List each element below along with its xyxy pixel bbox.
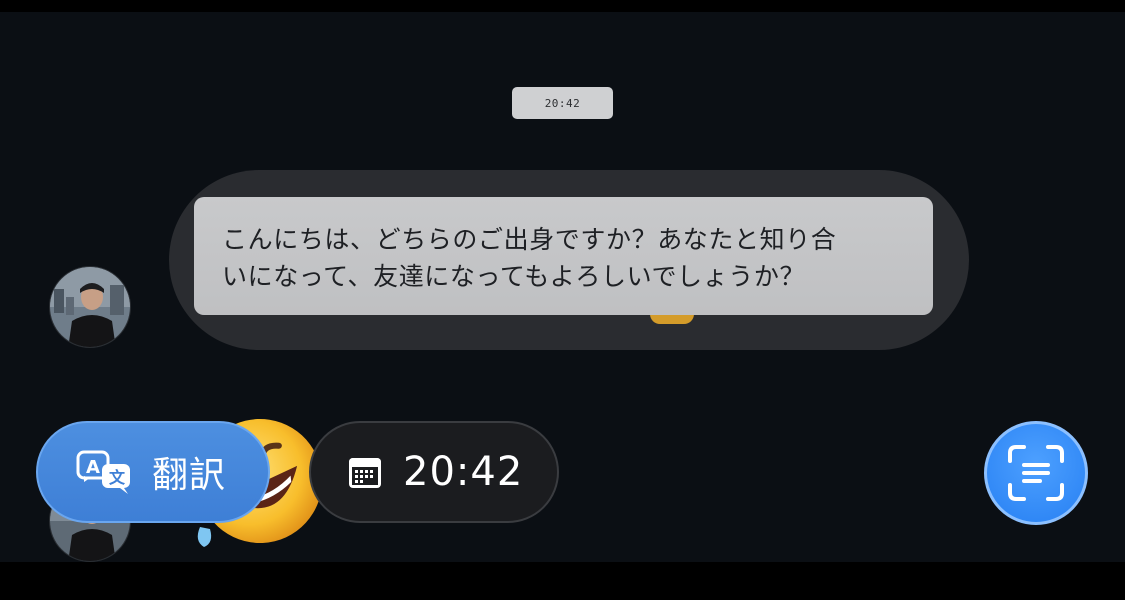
message-text-line-1: こんにちは、どちらのご出身ですか？あなたと知り合 — [222, 225, 837, 254]
translate-button[interactable]: A 文 翻訳 — [36, 421, 270, 523]
chat-area[interactable]: 20:42 こんにちは、どちらのご出身ですか？あなたと知り合 いになって、友達に… — [0, 12, 1125, 562]
translate-icon: A 文 — [76, 450, 130, 494]
message-text-line-2: いになって、友達になってもよろしいでしょうか？ — [222, 262, 806, 291]
avatar[interactable] — [49, 266, 131, 348]
scan-text-icon — [1008, 445, 1064, 501]
time-chip[interactable]: 20:42 — [309, 421, 559, 523]
translate-label: 翻訳 — [152, 455, 227, 496]
bottom-strip — [0, 562, 1125, 600]
avatar-photo — [50, 267, 130, 347]
chat-timestamp: 20:42 — [512, 87, 613, 119]
svg-text:文: 文 — [109, 468, 126, 487]
message-bubble[interactable]: こんにちは、どちらのご出身ですか？あなたと知り合 いになって、友達になってもよろ… — [194, 197, 933, 315]
top-status-strip — [0, 0, 1125, 12]
calendar-icon — [349, 458, 381, 488]
emoji-peek — [650, 314, 694, 324]
time-label: 20:42 — [403, 449, 524, 495]
scan-text-button[interactable] — [984, 421, 1088, 525]
svg-text:A: A — [86, 457, 101, 478]
